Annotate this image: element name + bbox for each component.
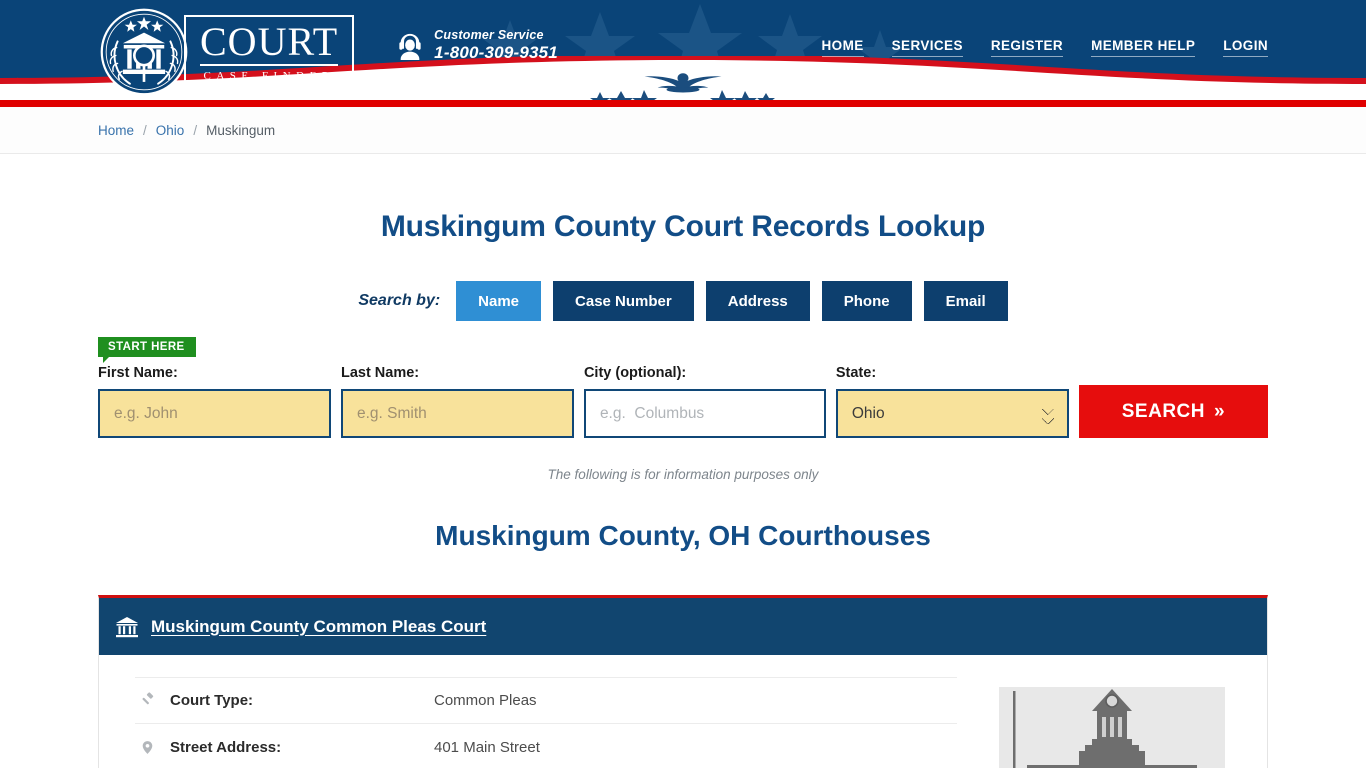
field-first-name: First Name: (98, 365, 331, 438)
breadcrumb-item-ohio[interactable]: Ohio (156, 123, 185, 138)
state-label: State: (835, 365, 877, 381)
main-navigation: HOME SERVICES REGISTER MEMBER HELP LOGIN (821, 38, 1268, 57)
courthouse-card: Muskingum County Common Pleas Court Cour… (98, 595, 1268, 768)
search-by-label: Search by: (358, 292, 441, 309)
bank-courthouse-icon (116, 616, 138, 637)
customer-service-phone[interactable]: 1-800-309-9351 (434, 43, 558, 63)
last-name-label: Last Name: (340, 365, 420, 381)
start-here-badge: START HERE (98, 337, 196, 363)
detail-value: 401 Main Street (434, 738, 540, 756)
detail-row-court-type: Court Type: Common Pleas (135, 677, 957, 724)
field-city: City (optional): (583, 365, 826, 438)
disclaimer-text: The following is for information purpose… (547, 467, 819, 482)
tab-email[interactable]: Email (923, 281, 1008, 321)
chevron-double-right-icon: » (1213, 400, 1226, 422)
breadcrumb-item-home[interactable]: Home (98, 123, 134, 138)
page-title: Muskingum County Court Records Lookup (380, 210, 986, 243)
site-header: COURT CASE FINDER Customer Service 1-800… (0, 0, 1366, 100)
courthouse-photo-column (977, 677, 1267, 768)
breadcrumb: Home / Ohio / Muskingum (98, 123, 1268, 138)
headset-support-icon (399, 33, 421, 60)
header-red-stripe (0, 100, 1366, 107)
detail-row-street-address: Street Address: 401 Main Street (135, 724, 957, 768)
nav-item-member-help[interactable]: MEMBER HELP (1091, 38, 1196, 57)
logo-subtitle: CASE FINDER (203, 69, 335, 82)
courthouse-details-list: Court Type: Common Pleas Street Address:… (99, 677, 977, 768)
court-seal-icon (100, 8, 188, 96)
nav-item-services[interactable]: SERVICES (891, 38, 963, 57)
breadcrumb-separator: / (193, 122, 198, 138)
breadcrumb-separator: / (143, 122, 147, 138)
tab-name[interactable]: Name (456, 281, 542, 321)
search-button[interactable]: SEARCH » (1078, 385, 1268, 438)
historic-courthouse-photo (999, 677, 1225, 768)
breadcrumb-bar: Home / Ohio / Muskingum (0, 107, 1366, 154)
nav-item-home[interactable]: HOME (821, 38, 864, 57)
detail-label: Court Type: (170, 692, 254, 709)
start-here-wrapper: START HERE (98, 337, 1268, 363)
detail-label: Street Address: (170, 738, 282, 756)
city-label: City (optional): (583, 365, 687, 381)
city-input[interactable] (583, 389, 826, 438)
state-select[interactable]: Ohio (835, 389, 1069, 438)
search-by-tabs: Search by: Name Case Number Address Phon… (98, 281, 1268, 321)
tab-phone[interactable]: Phone (821, 281, 912, 321)
customer-service-block[interactable]: Customer Service 1-800-309-9351 (396, 28, 558, 63)
search-form: First Name: Last Name: City (optional): … (98, 365, 1268, 438)
main-content: Muskingum County Court Records Lookup Se… (98, 210, 1268, 768)
map-pin-icon (135, 739, 159, 756)
nav-item-register[interactable]: REGISTER (990, 38, 1064, 57)
nav-item-login[interactable]: LOGIN (1223, 38, 1268, 57)
search-button-label: SEARCH (1121, 400, 1205, 422)
field-state: State: Ohio (835, 365, 1069, 438)
last-name-input[interactable] (340, 389, 574, 438)
first-name-input[interactable] (98, 389, 331, 438)
courthouse-name-link[interactable]: Muskingum County Common Pleas Court (151, 617, 486, 637)
site-logo[interactable]: COURT CASE FINDER (100, 8, 355, 96)
customer-service-label: Customer Service (434, 28, 544, 42)
courthouse-card-body: Court Type: Common Pleas Street Address:… (99, 655, 1267, 768)
gavel-icon (135, 692, 159, 709)
tab-case-number[interactable]: Case Number (553, 281, 694, 321)
first-name-label: First Name: (98, 365, 178, 381)
courthouse-card-header: Muskingum County Common Pleas Court (99, 598, 1267, 655)
detail-value: Common Pleas (434, 692, 537, 709)
breadcrumb-item-current: Muskingum (206, 122, 276, 138)
section-title: Muskingum County, OH Courthouses (435, 520, 931, 551)
logo-wordmark: COURT (200, 18, 339, 66)
field-last-name: Last Name: (340, 365, 574, 438)
tab-address[interactable]: Address (705, 281, 810, 321)
